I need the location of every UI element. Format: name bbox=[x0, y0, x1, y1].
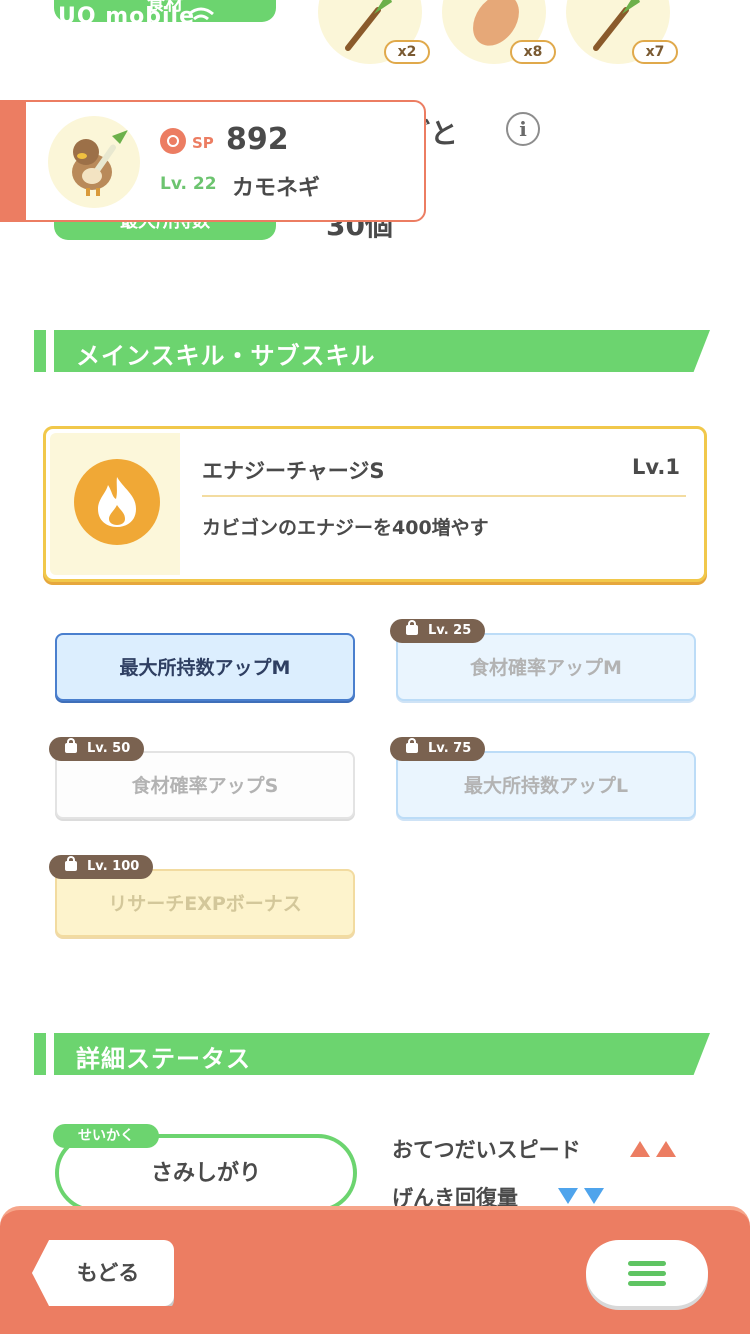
pokemon-name: カモネギ bbox=[232, 176, 321, 201]
status-carrier: UQ mobile bbox=[58, 4, 196, 29]
subskill-label: 最大所持数アップL bbox=[463, 775, 629, 797]
main-skill-level: Lv.1 bbox=[632, 455, 680, 479]
unlock-level: Lv. 25 bbox=[428, 623, 472, 638]
down-arrow-icon bbox=[584, 1188, 604, 1204]
lock-badge: Lv. 100 bbox=[49, 855, 154, 879]
ingredient-count-1: x2 bbox=[384, 40, 430, 64]
section-header-status: 詳細ステータス bbox=[34, 1033, 710, 1075]
section-header-skills: メインスキル・サブスキル bbox=[34, 330, 710, 372]
lock-icon bbox=[65, 856, 77, 871]
back-label: もどる bbox=[76, 1261, 140, 1285]
nature-up-effect: おてつだいスピード bbox=[392, 1138, 581, 1162]
lock-badge: Lv. 25 bbox=[390, 619, 486, 643]
fire-icon bbox=[74, 459, 160, 545]
section-title: メインスキル・サブスキル bbox=[76, 342, 376, 370]
section-title: 詳細ステータス bbox=[76, 1045, 251, 1073]
sp-label: SP bbox=[192, 134, 214, 152]
nature-tag: せいかく bbox=[53, 1124, 159, 1148]
down-arrow-icon bbox=[558, 1188, 578, 1204]
subskill-label: 最大所持数アップM bbox=[119, 657, 291, 679]
unlock-level: Lv. 50 bbox=[87, 741, 131, 756]
main-skill-description: カビゴンのエナジーを400増やす bbox=[202, 517, 489, 539]
pokeball-icon bbox=[160, 128, 186, 154]
pokemon-avatar bbox=[48, 116, 140, 208]
info-icon[interactable]: i bbox=[506, 112, 540, 146]
subskill-button-3[interactable]: 食材確率アップS bbox=[55, 751, 355, 819]
menu-button[interactable] bbox=[586, 1240, 708, 1306]
nature-value: さみしがり bbox=[150, 1161, 261, 1186]
up-arrow-icon bbox=[630, 1141, 650, 1157]
unlock-level: Lv. 75 bbox=[428, 741, 472, 756]
lock-icon bbox=[65, 738, 77, 753]
sp-value: 892 bbox=[226, 122, 289, 157]
pokemon-card[interactable]: SP 892 Lv. 22 カモネギ bbox=[24, 100, 426, 222]
up-arrow-icon bbox=[656, 1141, 676, 1157]
main-skill-name: エナジーチャージS bbox=[202, 459, 385, 483]
lock-icon bbox=[406, 738, 418, 753]
subskill-label: 食材確率アップM bbox=[470, 657, 622, 679]
subskill-button-5[interactable]: リサーチEXPボーナス bbox=[55, 869, 355, 937]
lock-badge: Lv. 75 bbox=[390, 737, 486, 761]
wifi-icon bbox=[188, 7, 214, 21]
divider bbox=[202, 495, 686, 497]
subskill-button-1[interactable]: 最大所持数アップM bbox=[55, 633, 355, 701]
subskill-button-4[interactable]: 最大所持数アップL bbox=[396, 751, 696, 819]
unlock-level: Lv. 100 bbox=[87, 859, 140, 874]
ingredient-count-3: x7 bbox=[632, 40, 678, 64]
subskill-button-2[interactable]: 食材確率アップM bbox=[396, 633, 696, 701]
lock-icon bbox=[406, 620, 418, 635]
lock-badge: Lv. 50 bbox=[49, 737, 145, 761]
section-stripe bbox=[34, 1033, 46, 1075]
back-button[interactable]: もどる bbox=[32, 1240, 174, 1306]
main-skill-card[interactable]: エナジーチャージS Lv.1 カビゴンのエナジーを400増やす bbox=[43, 426, 707, 582]
main-skill-icon-area bbox=[50, 433, 180, 575]
section-stripe bbox=[34, 330, 46, 372]
ingredient-count-2: x8 bbox=[510, 40, 556, 64]
subskill-label: 食材確率アップS bbox=[131, 775, 279, 797]
subskill-label: リサーチEXPボーナス bbox=[108, 893, 302, 915]
farfetchd-icon bbox=[72, 130, 128, 196]
pokemon-level: Lv. 22 bbox=[160, 174, 217, 194]
